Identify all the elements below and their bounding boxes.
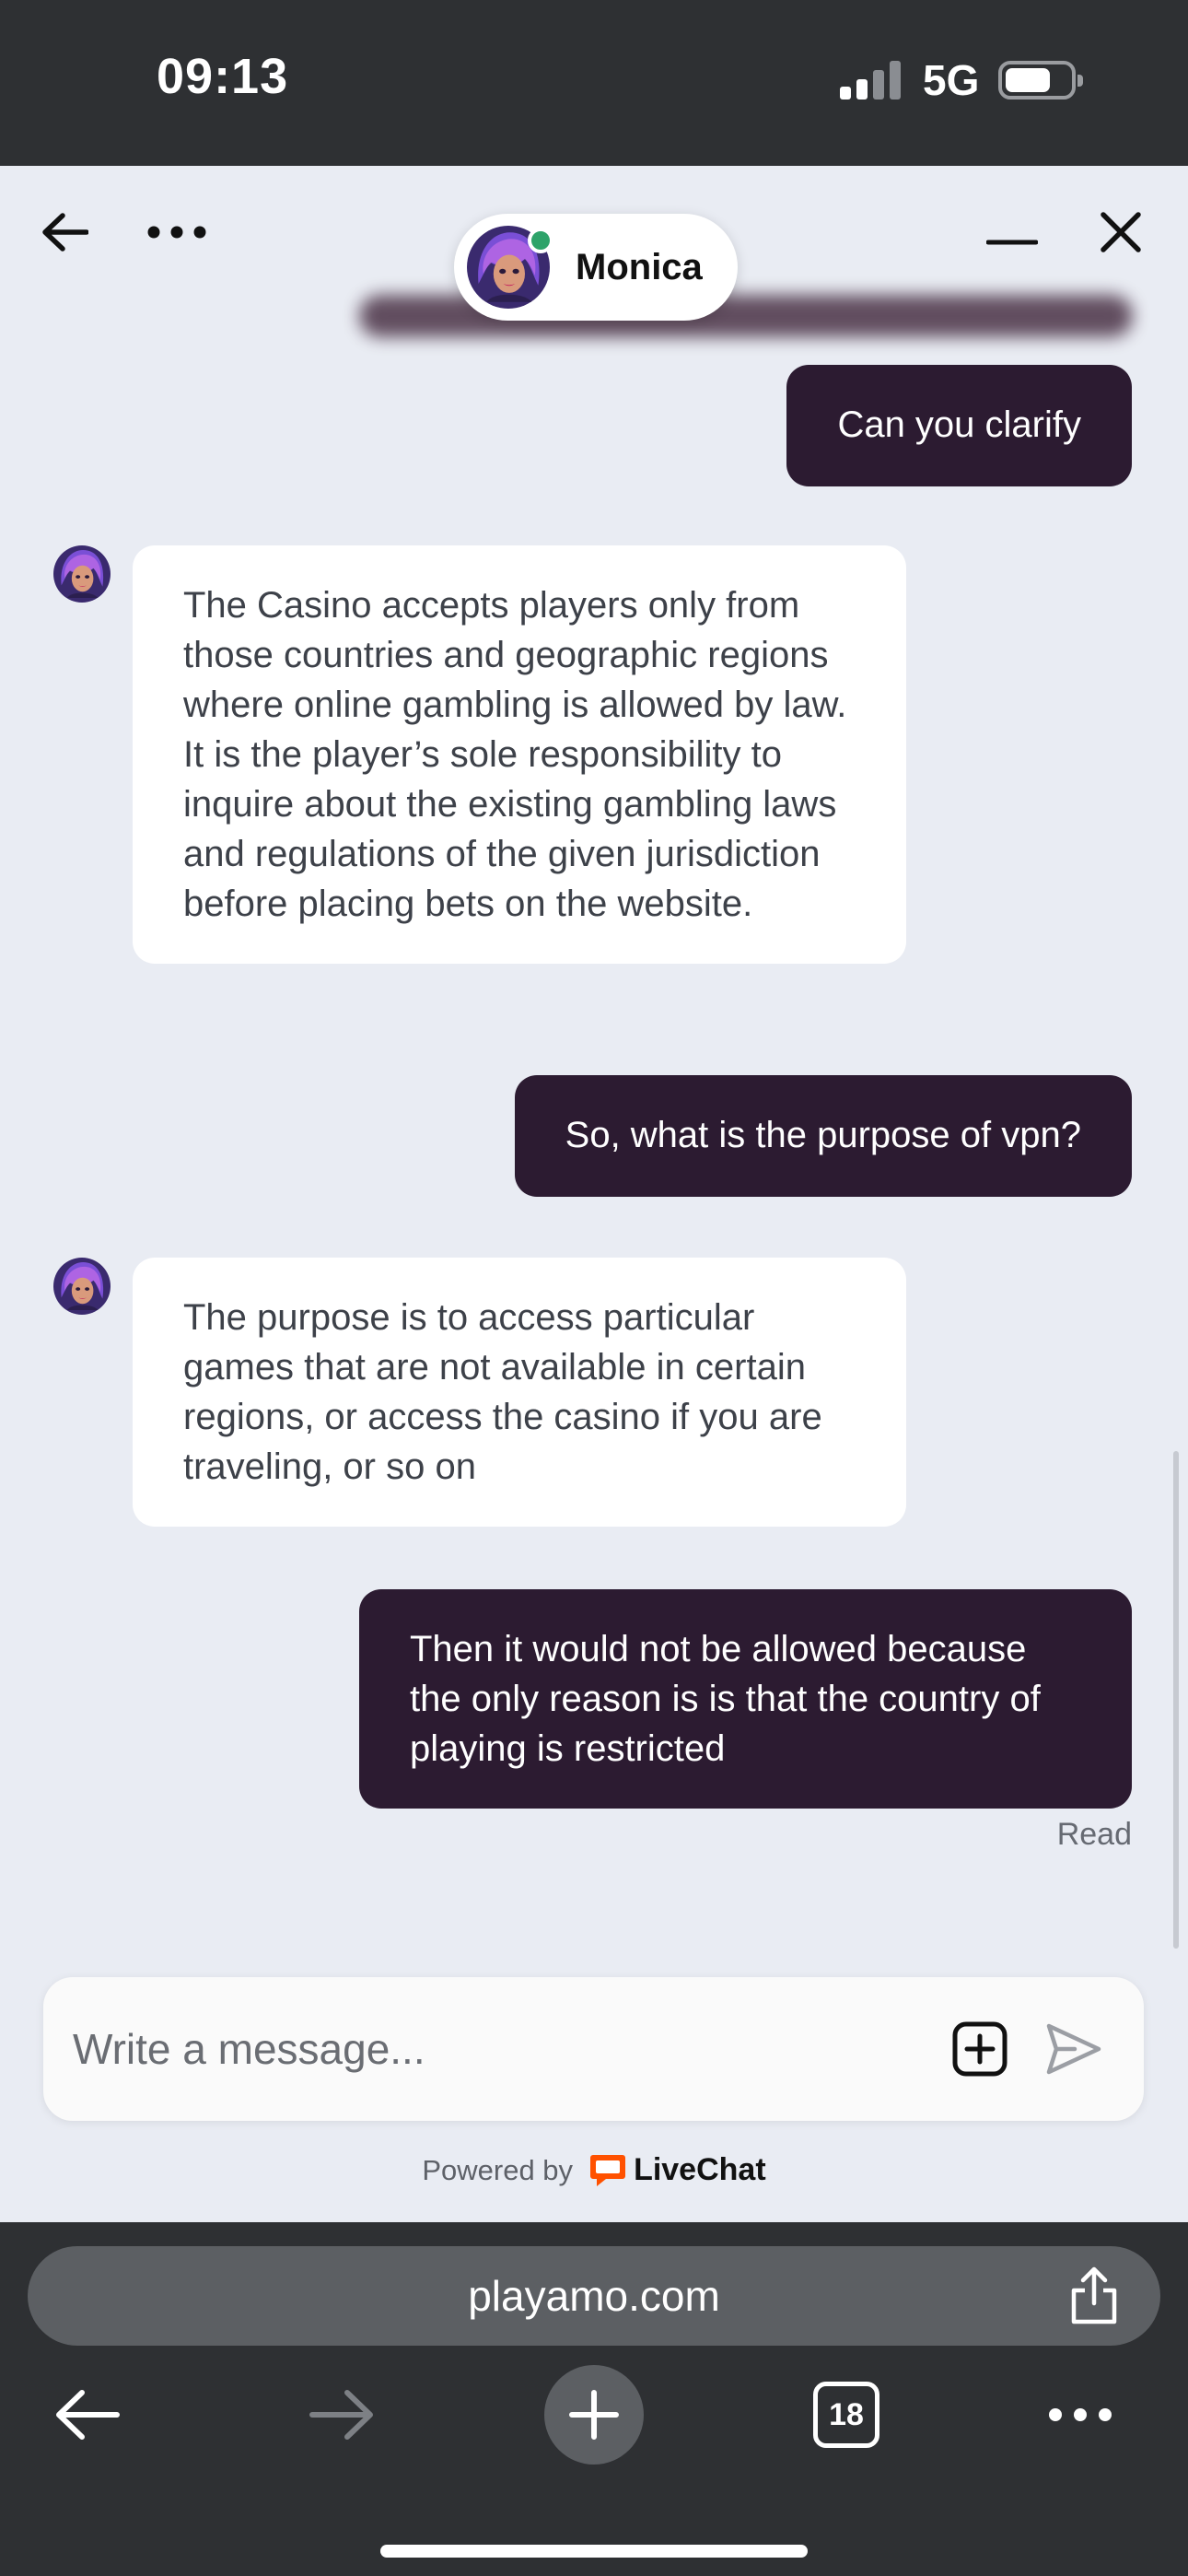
- message-input[interactable]: [73, 1977, 938, 2121]
- user-message: Then it would not be allowed because the…: [359, 1589, 1132, 1809]
- network-type: 5G: [923, 56, 980, 104]
- user-message: So, what is the purpose of vpn?: [514, 1075, 1132, 1197]
- agent-avatar: [467, 226, 553, 309]
- agent-avatar: [53, 1258, 111, 1315]
- more-horizontal-icon: [1049, 2408, 1112, 2421]
- agent-message: The Casino accepts players only from tho…: [133, 545, 906, 964]
- user-message: Can you clarify: [786, 365, 1132, 486]
- chat-window: Monica Can you clarify The Casino accept…: [0, 166, 1188, 2222]
- livechat-logo-icon: [590, 2154, 626, 2186]
- agent-avatar-image: [53, 1258, 111, 1315]
- powered-by-label: Powered by: [422, 2153, 574, 2186]
- home-indicator[interactable]: [380, 2545, 808, 2558]
- agent-avatar-image: [53, 545, 111, 603]
- minimize-icon: [986, 240, 1038, 245]
- browser-more-button[interactable]: [1039, 2364, 1122, 2465]
- arrow-left-icon: [42, 213, 88, 252]
- new-tab-button[interactable]: [543, 2364, 645, 2465]
- read-receipt: Read: [1056, 1817, 1132, 1852]
- close-chat-button[interactable]: [1085, 199, 1157, 265]
- status-time: 09:13: [157, 49, 289, 104]
- cellular-signal-icon: [840, 61, 904, 100]
- agent-name: Monica: [576, 246, 703, 287]
- battery-icon: [998, 61, 1083, 100]
- arrow-left-icon: [56, 2390, 120, 2440]
- add-attachment-icon: [952, 2021, 1007, 2077]
- close-icon: [1101, 212, 1141, 252]
- address-bar[interactable]: playamo.com: [28, 2246, 1160, 2346]
- share-icon: [1071, 2266, 1117, 2324]
- tab-count: 18: [813, 2382, 879, 2448]
- chat-scrollbar[interactable]: [1173, 1451, 1179, 1949]
- browser-back-button[interactable]: [46, 2364, 129, 2465]
- agent-message: The purpose is to access particular game…: [133, 1258, 906, 1527]
- message-composer: [43, 1977, 1144, 2121]
- agent-avatar: [53, 545, 111, 603]
- share-button[interactable]: [1066, 2266, 1122, 2325]
- plus-icon: [569, 2390, 619, 2440]
- chat-more-button[interactable]: [138, 199, 215, 265]
- send-button[interactable]: [1045, 2020, 1102, 2078]
- status-bar: 09:13 5G: [0, 0, 1188, 166]
- arrow-right-icon: [309, 2390, 373, 2440]
- browser-toolbar: playamo.com 18: [0, 2222, 1188, 2576]
- browser-forward-button[interactable]: [300, 2364, 383, 2465]
- send-icon: [1046, 2023, 1101, 2075]
- minimize-button[interactable]: [976, 199, 1048, 265]
- back-button[interactable]: [31, 199, 98, 265]
- url-text: playamo.com: [468, 2272, 720, 2320]
- livechat-brand: LiveChat: [634, 2152, 766, 2187]
- powered-by[interactable]: Powered by LiveChat: [0, 2152, 1188, 2188]
- more-horizontal-icon: [147, 226, 206, 239]
- tabs-button[interactable]: 18: [805, 2364, 888, 2465]
- attach-button[interactable]: [951, 2020, 1008, 2078]
- agent-header-pill[interactable]: Monica: [454, 214, 738, 321]
- online-status-dot: [528, 228, 553, 253]
